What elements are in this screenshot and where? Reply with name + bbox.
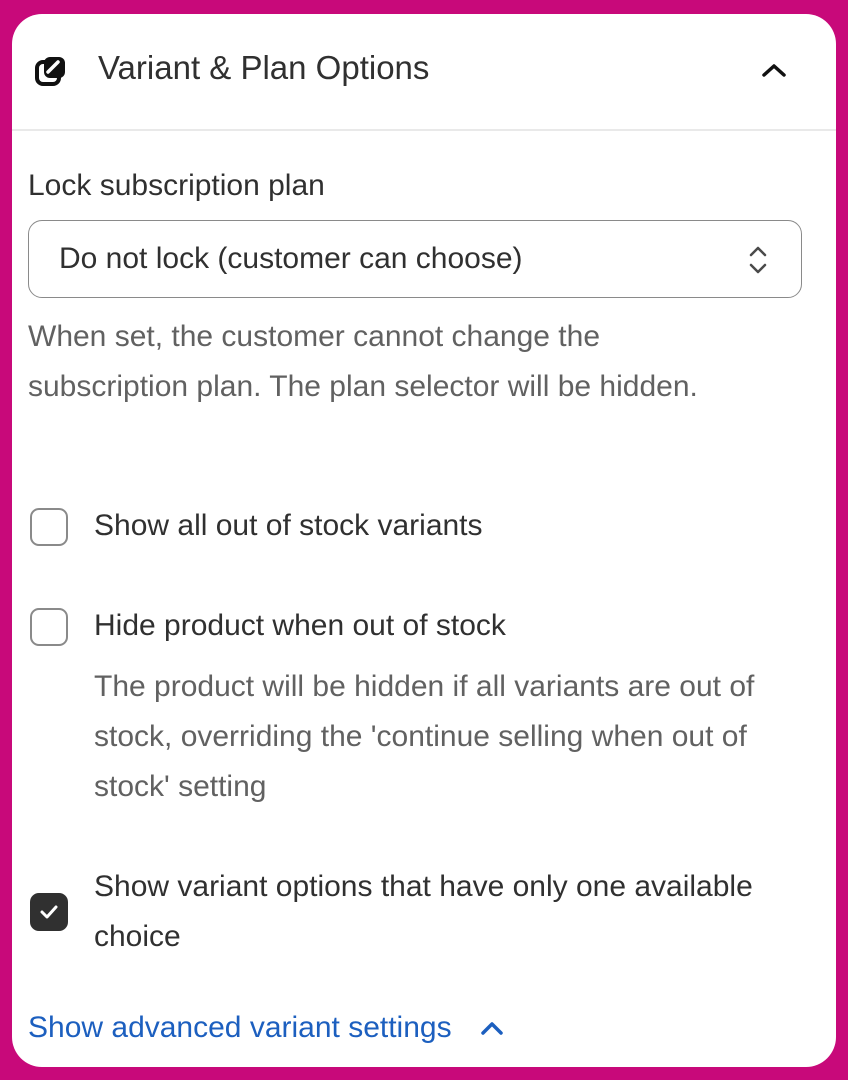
lock-plan-select-value: Do not lock (customer can choose) xyxy=(59,242,523,275)
lock-plan-help-text: When set, the customer cannot change the… xyxy=(28,320,698,403)
show-out-of-stock-label: Show all out of stock variants xyxy=(94,509,483,542)
lock-plan-label: Lock subscription plan xyxy=(28,169,325,202)
lock-plan-select[interactable]: Do not lock (customer can choose) xyxy=(28,220,802,298)
collapse-button[interactable] xyxy=(754,50,794,90)
chevron-up-icon xyxy=(762,64,786,77)
select-chevrons-icon xyxy=(744,241,772,279)
hide-product-checkbox[interactable] xyxy=(30,608,68,646)
hide-product-label: Hide product when out of stock xyxy=(94,609,506,642)
show-single-choice-options-label: Show variant options that have only one … xyxy=(94,870,753,953)
panel-header[interactable]: Variant & Plan Options xyxy=(12,14,836,131)
variant-plan-options-panel: Variant & Plan Options Lock subscription… xyxy=(12,14,836,1067)
hide-product-help-text: The product will be hidden if all varian… xyxy=(94,670,755,803)
chevron-up-icon xyxy=(480,1022,503,1035)
checkmark-icon xyxy=(40,905,58,919)
panel-title: Variant & Plan Options xyxy=(98,49,430,86)
show-single-choice-options-checkbox[interactable] xyxy=(30,893,68,931)
variant-icon xyxy=(34,54,68,88)
show-advanced-settings-link[interactable]: Show advanced variant settings xyxy=(28,1004,504,1052)
advanced-settings-label: Show advanced variant settings xyxy=(28,1011,452,1044)
show-out-of-stock-checkbox[interactable] xyxy=(30,508,68,546)
